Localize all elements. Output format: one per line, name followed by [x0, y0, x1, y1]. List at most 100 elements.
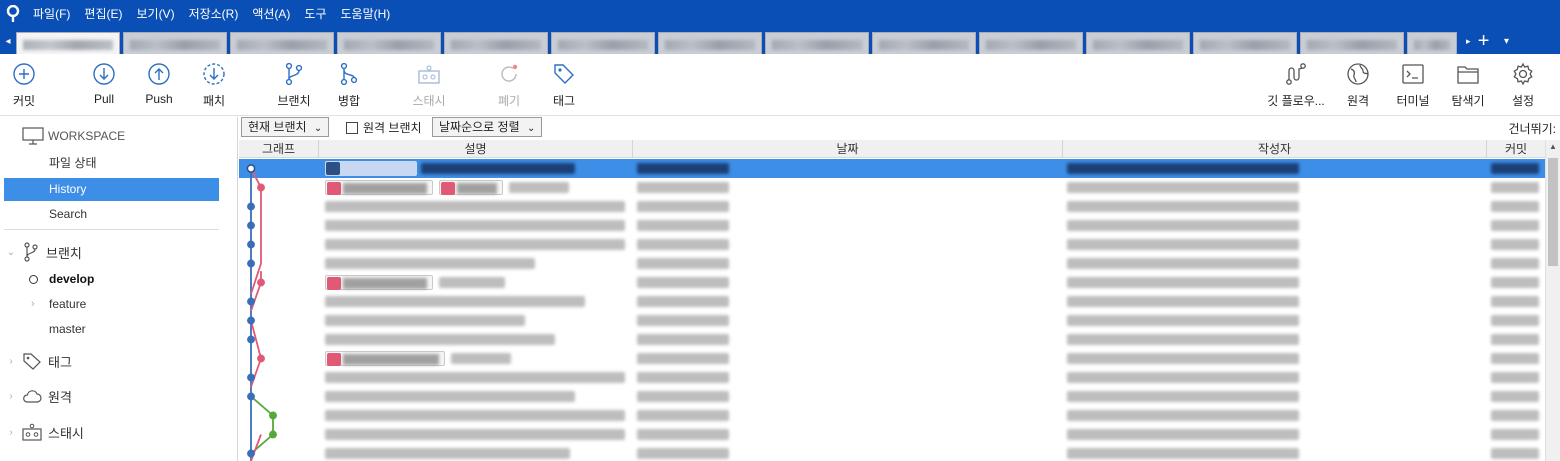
stashes-header[interactable]: › 스태시: [0, 421, 238, 443]
scrollbar-thumb[interactable]: [1548, 158, 1558, 266]
settings-button[interactable]: 설정: [1491, 62, 1555, 109]
commit-row[interactable]: [239, 235, 1545, 254]
branch-item-develop[interactable]: develop: [4, 268, 219, 291]
commit-row[interactable]: [239, 254, 1545, 273]
sidebar-item-file-status[interactable]: 파일 상태: [4, 152, 219, 175]
column-header-commit[interactable]: 커밋: [1487, 140, 1545, 158]
commit-row[interactable]: [239, 178, 1545, 197]
sidebar-item-history[interactable]: History: [4, 178, 219, 201]
commit-row[interactable]: [239, 406, 1545, 425]
skip-label: 건너뛰기:: [1508, 122, 1557, 136]
commit-node[interactable]: [247, 202, 255, 211]
menu-file[interactable]: 파일(F): [26, 0, 77, 28]
commit-node[interactable]: [257, 183, 265, 192]
commit-author: [1067, 334, 1299, 345]
commit-node[interactable]: [247, 373, 255, 382]
commit-node[interactable]: [247, 449, 255, 458]
commit-node[interactable]: [257, 354, 265, 363]
chevron-right-icon: ›: [9, 355, 13, 367]
commit-row[interactable]: [239, 197, 1545, 216]
commit-date: [637, 448, 729, 459]
tab-list-dropdown-icon[interactable]: ▾: [1497, 36, 1517, 47]
commit-row[interactable]: [239, 330, 1545, 349]
commit-node[interactable]: [247, 259, 255, 268]
tag-button[interactable]: 태그: [532, 62, 596, 109]
repo-tab[interactable]: [551, 32, 655, 54]
commit-row[interactable]: [239, 311, 1545, 330]
menu-edit[interactable]: 편집(E): [77, 0, 129, 28]
commit-description: [325, 201, 625, 212]
commit-row[interactable]: [239, 273, 1545, 292]
column-header-date[interactable]: 날짜: [633, 140, 1063, 158]
git-flow-button[interactable]: 깃 플로우...: [1258, 62, 1334, 109]
repo-tab[interactable]: [1193, 32, 1297, 54]
column-header-description[interactable]: 설명: [319, 140, 633, 158]
commit-node[interactable]: [247, 240, 255, 249]
fetch-button[interactable]: 패치: [182, 62, 246, 109]
repo-tab[interactable]: [979, 32, 1083, 54]
add-tab-button[interactable]: +: [1471, 30, 1497, 53]
column-header-author[interactable]: 작성자: [1063, 140, 1487, 158]
menu-repository[interactable]: 저장소(R): [182, 0, 246, 28]
repo-tab[interactable]: [337, 32, 441, 54]
branch-filter-dropdown[interactable]: 현재 브랜치 ⌄: [241, 117, 330, 137]
repo-tab[interactable]: [872, 32, 976, 54]
menu-actions[interactable]: 액션(A): [245, 0, 297, 28]
stash-button[interactable]: 스태시: [397, 62, 461, 109]
commit-row[interactable]: [239, 349, 1545, 368]
repo-tab[interactable]: [230, 32, 334, 54]
tabs-scroll-left-icon[interactable]: ◂: [0, 28, 16, 54]
repo-tab-label: [237, 40, 327, 50]
sort-order-dropdown[interactable]: 날짜순으로 정렬 ⌄: [432, 117, 543, 137]
commit-description: [325, 448, 570, 459]
menu-help[interactable]: 도움말(H): [334, 0, 398, 28]
menu-tools[interactable]: 도구: [297, 0, 333, 28]
commit-node[interactable]: [247, 297, 255, 306]
commit-node[interactable]: [257, 278, 265, 287]
commit-row[interactable]: [239, 444, 1545, 461]
workspace-header[interactable]: WORKSPACE: [0, 125, 238, 147]
remotes-label: 원격: [48, 389, 72, 405]
commit-node[interactable]: [269, 411, 277, 420]
remotes-header[interactable]: › 원격: [0, 385, 238, 407]
commit-row[interactable]: [239, 425, 1545, 444]
merge-button[interactable]: 병합: [317, 62, 381, 109]
commit-node[interactable]: [247, 392, 255, 401]
sidebar-item-search[interactable]: Search: [4, 203, 219, 226]
repo-tab[interactable]: [1300, 32, 1404, 54]
branch-item-feature[interactable]: › feature: [4, 293, 219, 316]
repo-tab[interactable]: [444, 32, 548, 54]
vertical-scrollbar[interactable]: ▲: [1545, 140, 1560, 461]
branches-header[interactable]: ⌄ 브랜치: [0, 241, 238, 263]
repo-tab[interactable]: [123, 32, 227, 54]
repo-tab[interactable]: [658, 32, 762, 54]
commit-date: [637, 372, 729, 383]
commit-node[interactable]: [269, 430, 277, 439]
commit-row[interactable]: [239, 292, 1545, 311]
scroll-up-icon[interactable]: ▲: [1549, 142, 1557, 151]
repo-tab[interactable]: [765, 32, 869, 54]
commit-row[interactable]: [239, 368, 1545, 387]
commit-row[interactable]: [239, 159, 1545, 178]
tag-label: 태그: [552, 94, 576, 108]
branch-item-master[interactable]: master: [4, 318, 219, 341]
commit-row[interactable]: [239, 216, 1545, 235]
repo-tab[interactable]: [1086, 32, 1190, 54]
commit-node[interactable]: [247, 316, 255, 325]
commit-node[interactable]: [247, 335, 255, 344]
commit-node[interactable]: [246, 164, 256, 173]
menu-view[interactable]: 보기(V): [129, 0, 181, 28]
remote-branches-checkbox[interactable]: [346, 121, 358, 134]
commit-row[interactable]: [239, 387, 1545, 406]
commit-label: 커밋: [12, 94, 36, 108]
commit-node[interactable]: [247, 221, 255, 230]
remote-branches-toggle[interactable]: 원격 브랜치: [346, 119, 422, 136]
repo-tab[interactable]: [16, 32, 120, 54]
tags-header[interactable]: › 태그: [0, 350, 238, 372]
repo-tab[interactable]: [1407, 32, 1457, 54]
commit-description: [325, 239, 625, 250]
commit-author: [1067, 372, 1299, 383]
column-header-graph[interactable]: 그래프: [239, 140, 319, 158]
commit-button[interactable]: 커밋: [0, 62, 56, 109]
sort-order-value: 날짜순으로 정렬: [439, 120, 520, 134]
